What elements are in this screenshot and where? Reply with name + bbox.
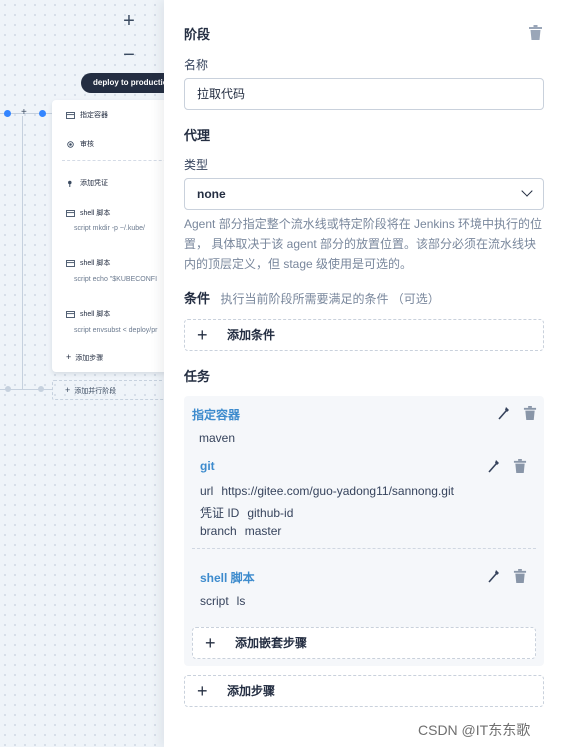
conditions-hint: 执行当前阶段所需要满足的条件 （可选） [220,292,440,306]
container-step-title[interactable]: 指定容器 [192,406,240,423]
param-value: github-id [247,506,294,520]
canvas-step-review[interactable]: 审核 [66,139,94,149]
pipeline-node-dot [5,386,11,392]
stage-name-input[interactable]: 拉取代码 [184,78,544,110]
canvas-add-parallel-stage-button[interactable]: + 添加并行阶段 [52,380,164,400]
plus-icon: + [66,352,72,362]
key-icon [68,180,72,187]
param-value: ls [236,594,246,608]
pipeline-canvas: + − + deploy to production 指定容器 审核 添加凭证 … [0,0,164,747]
canvas-step-label: shell 脚本 [80,210,111,217]
param-key: branch [200,524,237,538]
canvas-step-code: script mkdir -p ~/.kube/ [74,225,145,232]
agent-heading: 代理 [184,128,211,143]
zoom-in-button[interactable]: + [118,10,140,32]
git-url-row: url https://gitee.com/guo-yadong11/sannon… [200,484,454,498]
tasks-heading: 任务 [184,369,211,384]
review-icon [67,140,74,148]
container-icon [66,111,75,119]
pipeline-node-dot [39,110,46,117]
shell-step-title[interactable]: shell 脚本 [200,569,255,586]
wrench-icon[interactable] [497,406,511,420]
canvas-step-label: shell 脚本 [80,311,111,318]
trash-icon[interactable] [523,406,537,420]
agent-description: Agent 部分指定整个流水线或特定阶段将在 Jenkins 环境中执行的位置，… [184,217,543,271]
add-nested-step-label: 添加嵌套步骤 [235,636,308,650]
param-key: script [200,594,229,608]
canvas-add-parallel-label: 添加并行阶段 [74,388,117,395]
plus-icon: + [205,633,216,653]
chevron-down-icon [521,185,533,197]
add-nested-step-button[interactable]: + 添加嵌套步骤 [192,627,536,659]
git-branch-row: branch master [200,524,281,538]
terminal-icon [66,310,75,318]
git-credential-row: 凭证 ID github-id [200,504,293,521]
plus-icon: + [197,681,208,701]
param-value: master [244,524,282,538]
add-step-label: 添加步骤 [227,684,276,698]
add-step-button[interactable]: + 添加步骤 [184,675,544,707]
agent-type-select[interactable]: none [184,178,544,210]
divider [62,160,164,161]
shell-script-row: script ls [200,594,245,608]
canvas-add-step-label: 添加步骤 [75,355,104,362]
param-value: https://gitee.com/guo-yadong11/sannong.g… [221,484,454,498]
git-step-title[interactable]: git [200,459,215,473]
stage-name-tag[interactable]: deploy to production [81,73,164,93]
plus-icon: + [197,325,208,345]
stage-settings-panel: 阶段 名称 拉取代码 代理 类型 none Agent 部分指定整个流水线或特定… [164,0,562,747]
connector-line [22,116,23,390]
add-condition-label: 添加条件 [227,328,276,342]
add-condition-button[interactable]: + 添加条件 [184,319,544,351]
canvas-add-step-button[interactable]: + 添加步骤 [66,352,103,363]
agent-type-value: none [197,187,226,201]
stage-heading: 阶段 [184,27,211,42]
zoom-out-button[interactable]: − [118,44,140,66]
pipeline-node-dot [38,386,44,392]
wrench-icon[interactable] [487,459,501,473]
canvas-step-shell[interactable]: shell 脚本 [66,258,110,268]
trash-icon[interactable] [513,459,527,473]
canvas-step-code: script echo "$KUBECONFI [74,276,158,283]
canvas-step-shell[interactable]: shell 脚本 [66,208,110,218]
name-label: 名称 [184,58,209,72]
canvas-step-label: 添加凭证 [80,180,108,187]
terminal-icon [66,259,75,267]
plus-icon: + [65,385,71,395]
stage-card[interactable]: 指定容器 审核 添加凭证 shell 脚本 script mkdir -p ~/… [52,100,164,372]
param-key: 凭证 ID [200,506,240,520]
canvas-step-shell[interactable]: shell 脚本 [66,309,110,319]
container-value: maven [199,431,236,445]
divider [192,548,536,549]
wrench-icon[interactable] [487,569,501,583]
conditions-header: 条件 执行当前阶段所需要满足的条件 （可选） [184,288,440,309]
canvas-step-credential[interactable]: 添加凭证 [66,178,108,188]
terminal-icon [66,209,75,217]
pipeline-node-dot [4,110,11,117]
canvas-step-label: shell 脚本 [80,260,111,267]
trash-icon[interactable] [529,25,542,40]
trash-icon[interactable] [513,569,527,583]
task-container-block: 指定容器 maven git url https://gitee.com/guo-… [184,396,544,666]
watermark: CSDN @IT东东歌 [418,722,531,738]
canvas-step-label: 审核 [80,141,94,148]
canvas-step-label: 指定容器 [80,112,108,119]
canvas-step-container[interactable]: 指定容器 [66,110,108,120]
conditions-heading: 条件 [184,291,211,306]
canvas-step-code: script envsubst < deploy/pr [74,327,158,334]
param-key: url [200,484,214,498]
type-label: 类型 [184,158,209,172]
